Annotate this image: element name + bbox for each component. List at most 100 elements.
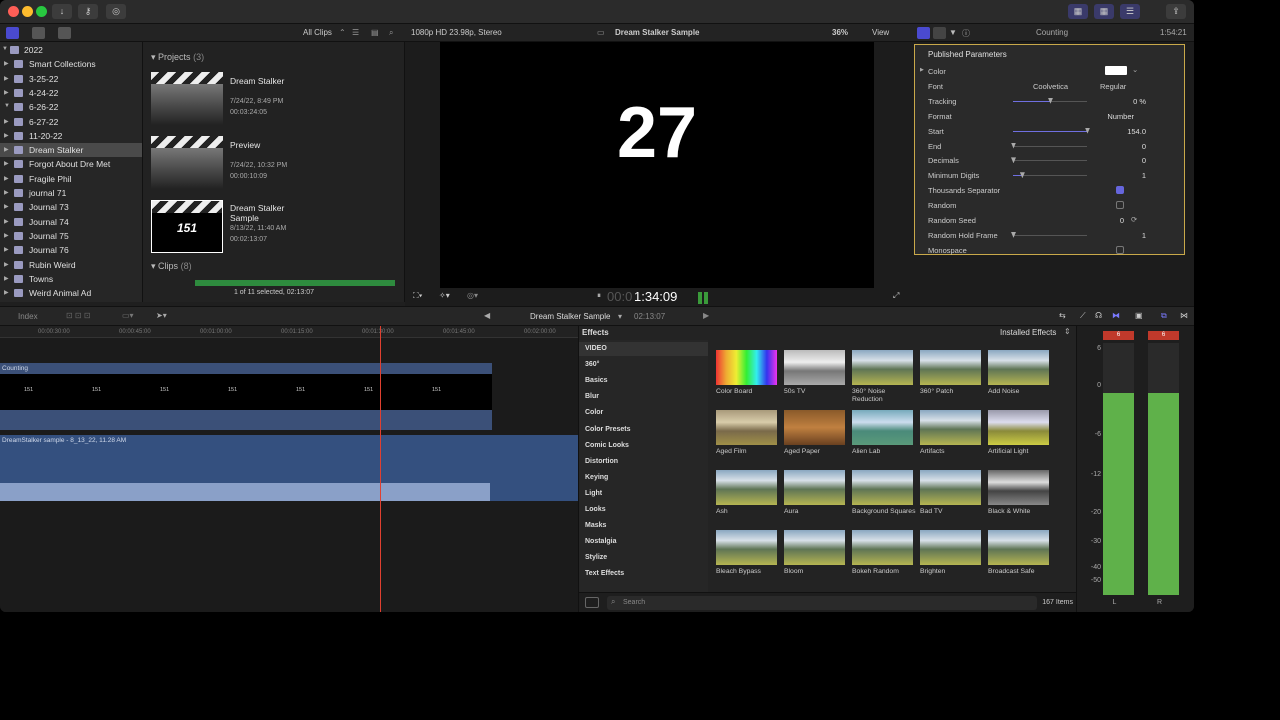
effect-item[interactable]: 360° Noise Reduction xyxy=(852,350,914,410)
effects-category-item[interactable]: Nostalgia xyxy=(585,538,617,545)
param-checkbox[interactable] xyxy=(1116,201,1124,210)
param-row[interactable]: Thousands Separator xyxy=(915,183,1184,197)
effect-item[interactable]: Artificial Light xyxy=(988,410,1050,470)
param-row[interactable]: Minimum Digits 1 xyxy=(915,168,1184,182)
skimming-icon[interactable]: ⟋ xyxy=(1080,311,1086,321)
info-icon[interactable]: ⓘ xyxy=(962,28,970,39)
param-value[interactable]: 154.0 xyxy=(1127,127,1146,136)
meter-peak-indicator[interactable]: 6 xyxy=(1148,331,1179,340)
disclosure-icon[interactable]: ▶ xyxy=(920,67,924,73)
disclosure-icon[interactable]: ▶ xyxy=(4,232,9,239)
library-item[interactable]: ▶ 11-20-22 xyxy=(0,129,142,143)
project-thumbnail[interactable] xyxy=(151,136,223,189)
libraries-icon[interactable] xyxy=(6,27,19,39)
slider-knob[interactable] xyxy=(1011,231,1016,238)
titles-generators-icon[interactable] xyxy=(58,27,71,39)
library-item[interactable]: ▶Weird Animal Album xyxy=(0,300,142,302)
param-row[interactable]: Random xyxy=(915,198,1184,212)
timeline-project-name[interactable]: Dream Stalker Sample xyxy=(530,312,610,321)
projects-section[interactable]: ▾ Projects (3) xyxy=(151,52,204,63)
select-tool-icon[interactable]: ➤▾ xyxy=(156,311,167,320)
effect-item[interactable]: Background Squares xyxy=(852,470,915,530)
library-item[interactable]: ▼ 2022 xyxy=(0,43,142,57)
color-well[interactable] xyxy=(1105,66,1127,75)
project-thumbnail-selected[interactable]: 151 xyxy=(151,200,223,253)
font-style-popup[interactable]: Regular xyxy=(1100,82,1126,91)
effects-category-item[interactable]: Distortion xyxy=(585,458,618,465)
disclosure-icon[interactable]: ▶ xyxy=(4,218,9,225)
effect-item[interactable]: Broadcast Safe xyxy=(988,530,1050,590)
param-value[interactable]: 0 % xyxy=(1133,97,1146,106)
list-view-icon[interactable]: ☰ xyxy=(352,28,359,37)
library-item[interactable]: ▶ 6-27-22 xyxy=(0,115,142,129)
effect-item[interactable]: Aura xyxy=(784,470,846,530)
disclosure-icon[interactable]: ▶ xyxy=(4,189,9,196)
layout-timeline-icon[interactable]: ▦ xyxy=(1094,4,1114,19)
param-row[interactable]: Random Seed 0 ⟳ xyxy=(915,213,1184,227)
back-icon[interactable]: ◀ xyxy=(484,311,490,320)
zoom-menu[interactable]: 36% xyxy=(832,28,848,37)
param-value[interactable]: 0 xyxy=(1142,156,1146,165)
filter-chevron-icon[interactable]: ⌃ xyxy=(339,28,346,37)
background-tasks-icon[interactable]: ◎ xyxy=(106,4,126,19)
clip-audio-strip[interactable] xyxy=(195,280,395,286)
import-icon[interactable]: ↓ xyxy=(52,4,72,19)
av-clip[interactable]: DreamStalker sample - 8_13_22, 11.28 AM xyxy=(0,435,578,501)
param-row[interactable]: Monospace xyxy=(915,243,1184,257)
library-item[interactable]: ▶ Towns xyxy=(0,272,142,286)
timeline-project-chevron-icon[interactable]: ▾ xyxy=(618,312,622,321)
clips-section[interactable]: ▾ Clips (8) xyxy=(151,261,192,272)
effects-category-item[interactable]: Keying xyxy=(585,474,608,481)
param-checkbox[interactable] xyxy=(1116,245,1124,254)
param-row[interactable]: Tracking 0 % xyxy=(915,94,1184,108)
effect-item[interactable]: Brighten xyxy=(920,530,982,590)
minimize-window-button[interactable] xyxy=(22,6,33,17)
param-value[interactable]: 0 xyxy=(1142,142,1146,151)
param-slider[interactable] xyxy=(1011,157,1087,164)
library-item[interactable]: ▶ Journal 75 xyxy=(0,229,142,243)
library-item[interactable]: ▶ Dream Stalker xyxy=(0,143,142,158)
forward-icon[interactable]: ▶ xyxy=(703,311,709,320)
project-name[interactable]: Dream Stalker Sample xyxy=(230,203,300,223)
effects-category-item[interactable]: Stylize xyxy=(585,554,607,561)
effects-category-item[interactable]: 360° xyxy=(585,361,599,368)
param-slider[interactable] xyxy=(1013,127,1090,134)
effects-category-item[interactable]: Comic Looks xyxy=(585,442,629,449)
effects-category-item[interactable]: Basics xyxy=(585,377,608,384)
playhead[interactable] xyxy=(380,326,381,612)
font-popup[interactable]: Coolvetica xyxy=(1033,82,1068,91)
param-slider[interactable] xyxy=(1013,172,1087,179)
clip-appearance-icon[interactable]: ⇆ xyxy=(1059,311,1066,320)
effects-category-item[interactable]: Looks xyxy=(585,506,606,513)
disclosure-icon[interactable]: ▾ xyxy=(151,52,156,62)
disclosure-icon[interactable]: ▶ xyxy=(4,203,9,210)
edit-menu-icon[interactable]: ▭▾ xyxy=(122,311,134,320)
effects-category-item[interactable]: Text Effects xyxy=(585,570,624,577)
disclosure-icon[interactable]: ▶ xyxy=(4,75,9,82)
disclosure-icon[interactable]: ▶ xyxy=(4,289,9,296)
effect-item[interactable]: Alien Lab xyxy=(852,410,914,470)
effect-item[interactable]: Bleach Bypass xyxy=(716,530,778,590)
snapping-icon[interactable]: ⧓ xyxy=(1112,311,1120,320)
effect-item[interactable]: Add Noise xyxy=(988,350,1050,410)
slider-knob[interactable] xyxy=(1011,142,1016,149)
effect-item[interactable]: 50s TV xyxy=(784,350,846,410)
effects-browser-toggle-icon[interactable]: ▣ xyxy=(1135,311,1143,320)
effect-item[interactable]: Bloom xyxy=(784,530,846,590)
library-item[interactable]: ▶ 3-25-22 xyxy=(0,72,142,86)
connect-edit-icon[interactable]: ⊡ ⊡ ⊡ xyxy=(66,311,91,320)
effects-category-item[interactable]: Blur xyxy=(585,393,599,400)
fullscreen-icon[interactable]: ⤢ xyxy=(893,291,899,301)
effect-item[interactable]: 360° Patch xyxy=(920,350,982,410)
title-clip[interactable]: Counting 151 151 151 151 151 151 151 xyxy=(0,363,492,430)
library-item[interactable]: ▶ Fragile Phil xyxy=(0,172,142,186)
disclosure-icon[interactable]: ▶ xyxy=(4,118,9,125)
library-item[interactable]: ▶ 4-24-22 xyxy=(0,86,142,100)
param-row[interactable]: ▶ Color ⌄ xyxy=(915,64,1184,78)
timecode-display[interactable]: 1:34:09 xyxy=(634,289,677,304)
disclosure-icon[interactable]: ▶ xyxy=(4,146,9,153)
effect-item[interactable]: Bokeh Random xyxy=(852,530,914,590)
transitions-icon[interactable]: ⧉ xyxy=(1161,311,1167,321)
search-input[interactable]: ⌕ Search xyxy=(607,596,1037,610)
view-menu[interactable]: View xyxy=(872,28,889,37)
